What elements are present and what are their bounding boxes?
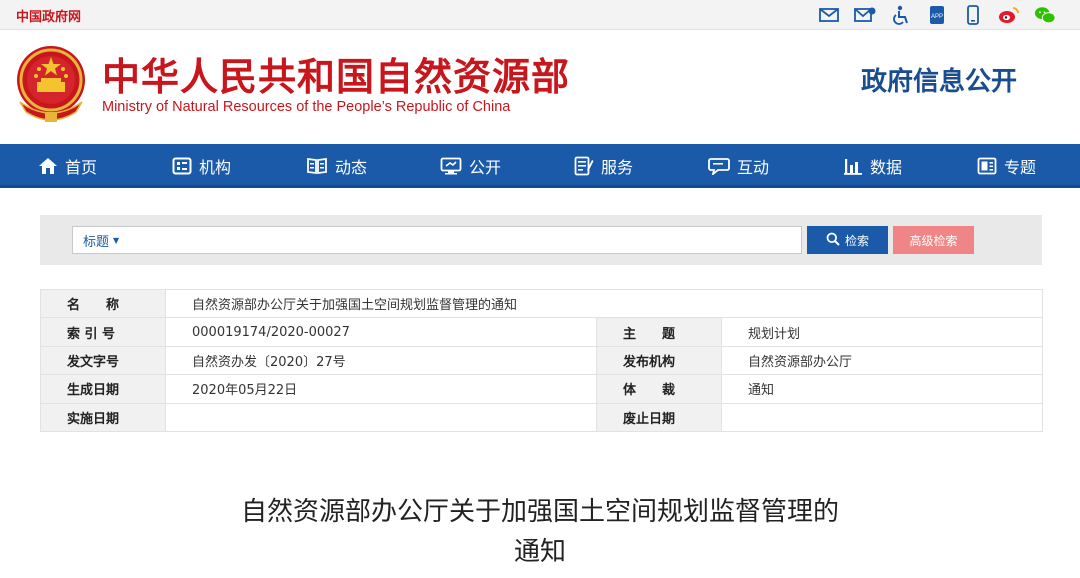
- main-nav: 首页 机构 动态 公开 服务 互动 数据 专题: [0, 144, 1080, 188]
- nav-organization[interactable]: 机构: [172, 144, 231, 188]
- date-value: 2020年05月22日: [165, 374, 597, 404]
- search-button[interactable]: 检索: [807, 226, 888, 254]
- table-row: 发文字号 自然资办发〔2020〕27号 发布机构 自然资源部办公厅: [40, 345, 1044, 376]
- mobile-icon[interactable]: [962, 4, 984, 26]
- topic-icon: [977, 157, 997, 175]
- nav-label-news: 动态: [335, 158, 368, 177]
- news-icon: [306, 157, 328, 175]
- table-row: 名 称 自然资源部办公厅关于加强国土空间规划监督管理的通知: [40, 288, 1044, 319]
- mail-subscribe-icon[interactable]: [854, 4, 876, 26]
- date-label: 生成日期: [40, 374, 166, 404]
- document-metadata-table: 名 称 自然资源部办公厅关于加强国土空间规划监督管理的通知 索 引 号 0000…: [40, 288, 1044, 432]
- nav-service[interactable]: 服务: [574, 144, 633, 188]
- search-scope-value: 标题: [83, 234, 110, 250]
- effective-date-value: [165, 402, 597, 432]
- table-row: 生成日期 2020年05月22日 体 裁 通知: [40, 374, 1044, 404]
- national-emblem-logo[interactable]: [12, 42, 90, 126]
- search-scope-select[interactable]: 标题 ▼: [73, 227, 125, 253]
- nav-label-organization: 机构: [199, 158, 232, 177]
- nav-label-topic: 专题: [1004, 158, 1037, 177]
- nav-label-service: 服务: [601, 158, 634, 177]
- search-icon: [826, 232, 840, 249]
- nav-data[interactable]: 数据: [843, 144, 902, 188]
- nav-news[interactable]: 动态: [306, 144, 367, 188]
- index-label: 索 引 号: [40, 317, 166, 347]
- search-input[interactable]: [125, 227, 801, 253]
- interaction-icon: [708, 157, 730, 175]
- docno-label: 发文字号: [40, 345, 166, 376]
- nav-label-data: 数据: [870, 158, 903, 177]
- genre-label: 体 裁: [596, 374, 722, 404]
- accessibility-icon[interactable]: [890, 4, 912, 26]
- service-icon: [574, 156, 594, 176]
- table-row: 实施日期 废止日期: [40, 402, 1044, 432]
- nav-label-home: 首页: [65, 158, 98, 177]
- wechat-icon[interactable]: [1034, 4, 1056, 26]
- genre-value: 通知: [720, 374, 1044, 404]
- ministry-title-en: Ministry of Natural Resources of the Peo…: [102, 99, 511, 115]
- mail-icon[interactable]: [818, 4, 840, 26]
- nav-topic[interactable]: 专题: [977, 144, 1036, 188]
- docno-value: 自然资办发〔2020〕27号: [165, 345, 597, 376]
- caret-down-icon: ▼: [113, 235, 120, 245]
- expiry-date-label: 废止日期: [596, 402, 722, 432]
- search-field: 标题 ▼: [72, 226, 802, 254]
- utility-icons: APP: [818, 4, 1056, 26]
- name-value: 自然资源部办公厅关于加强国土空间规划监督管理的通知: [164, 288, 1044, 319]
- effective-date-label: 实施日期: [40, 402, 166, 432]
- nav-home[interactable]: 首页: [38, 144, 97, 188]
- home-icon: [38, 157, 58, 175]
- document-title-line2: 通知: [513, 537, 566, 567]
- app-icon-label: APP: [931, 14, 943, 20]
- site-header: 中华人民共和国自然资源部 Ministry of Natural Resourc…: [0, 30, 1080, 144]
- advanced-search-button[interactable]: 高级检索: [893, 226, 974, 254]
- nav-label-disclosure: 公开: [469, 158, 502, 177]
- advanced-search-label: 高级检索: [909, 233, 958, 248]
- nav-label-interaction: 互动: [737, 158, 770, 177]
- issuer-label: 发布机构: [596, 345, 722, 376]
- app-icon[interactable]: APP: [926, 4, 948, 26]
- search-button-label: 检索: [844, 233, 869, 248]
- table-row: 索 引 号 000019174/2020-00027 主 题 规划计划: [40, 317, 1044, 347]
- weibo-icon[interactable]: [998, 4, 1020, 26]
- data-icon: [843, 157, 863, 175]
- top-utility-bar: 中国政府网 APP: [0, 0, 1080, 30]
- nav-interaction[interactable]: 互动: [708, 144, 769, 188]
- index-value: 000019174/2020-00027: [165, 317, 597, 347]
- search-panel: 标题 ▼ 检索 高级检索: [40, 215, 1042, 265]
- organization-icon: [172, 157, 192, 175]
- name-label: 名 称: [40, 288, 166, 319]
- disclosure-icon: [440, 157, 462, 175]
- issuer-value: 自然资源部办公厅: [720, 345, 1044, 376]
- section-title: 政府信息公开: [861, 67, 1018, 97]
- document-title: 自然资源部办公厅关于加强国土空间规划监督管理的 通知: [0, 492, 1080, 572]
- expiry-date-value: [720, 402, 1044, 432]
- subject-value: 规划计划: [720, 317, 1044, 347]
- document-title-line1: 自然资源部办公厅关于加强国土空间规划监督管理的: [240, 497, 839, 527]
- gov-site-link[interactable]: 中国政府网: [16, 6, 81, 25]
- ministry-title-cn: 中华人民共和国自然资源部: [102, 55, 571, 99]
- subject-label: 主 题: [596, 317, 722, 347]
- nav-disclosure[interactable]: 公开: [440, 144, 501, 188]
